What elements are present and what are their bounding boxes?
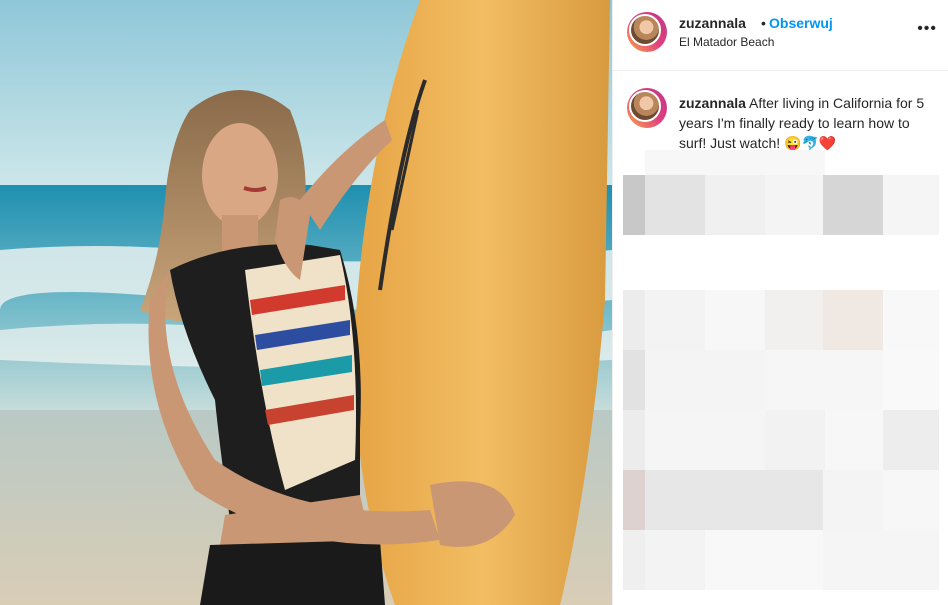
separator-dot: • bbox=[761, 15, 766, 31]
location-link[interactable]: El Matador Beach bbox=[679, 35, 774, 49]
caption-avatar[interactable] bbox=[627, 88, 667, 128]
more-options-icon[interactable]: ••• bbox=[917, 20, 937, 38]
profile-avatar[interactable] bbox=[627, 12, 667, 52]
caption-username[interactable]: zuzannala bbox=[679, 95, 746, 111]
post-photo[interactable] bbox=[0, 0, 612, 605]
username-link[interactable]: zuzannala bbox=[679, 15, 746, 31]
beach-surfer-image bbox=[0, 0, 612, 605]
post-caption: zuzannala After living in California for… bbox=[679, 93, 929, 153]
blurred-comments-area bbox=[623, 150, 939, 600]
post-side-panel: zuzannala • Obserwuj El Matador Beach ••… bbox=[612, 0, 948, 605]
follow-button[interactable]: Obserwuj bbox=[769, 15, 833, 31]
post-header: zuzannala • Obserwuj El Matador Beach ••… bbox=[613, 0, 948, 71]
